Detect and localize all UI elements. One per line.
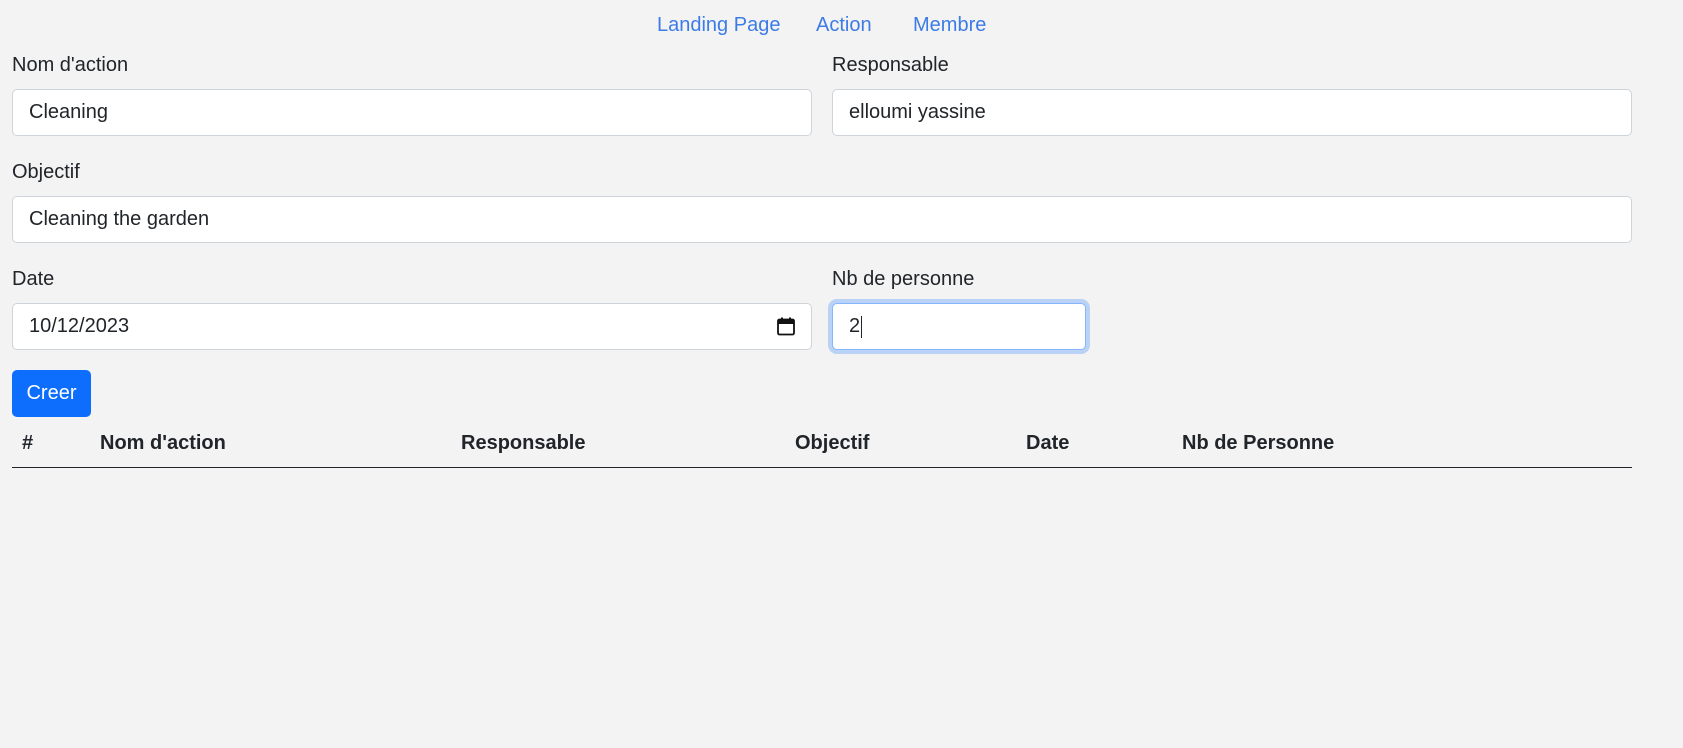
actions-table-header: # Nom d'action Responsable Objectif Date… bbox=[12, 431, 1632, 468]
top-nav: Landing Page Action Membre bbox=[0, 0, 1683, 50]
responsable-value: elloumi yassine bbox=[849, 101, 986, 123]
column-header-nb-personne: Nb de Personne bbox=[1182, 432, 1335, 454]
nav-link-membre[interactable]: Membre bbox=[913, 13, 986, 37]
responsable-input[interactable]: elloumi yassine bbox=[832, 89, 1632, 136]
column-header-index: # bbox=[22, 432, 34, 454]
nom-action-label: Nom d'action bbox=[12, 54, 129, 76]
nb-personne-input[interactable]: 2 bbox=[832, 303, 1086, 350]
date-value: 10/12/2023 bbox=[29, 315, 130, 337]
text-caret bbox=[861, 315, 863, 338]
nom-action-input[interactable]: Cleaning bbox=[12, 89, 812, 136]
column-header-responsable: Responsable bbox=[461, 432, 586, 454]
column-header-nom-action: Nom d'action bbox=[100, 432, 226, 454]
nav-link-action[interactable]: Action bbox=[816, 13, 872, 37]
column-header-objectif: Objectif bbox=[795, 432, 870, 454]
objectif-label: Objectif bbox=[12, 161, 80, 183]
objectif-input[interactable]: Cleaning the garden bbox=[12, 196, 1632, 243]
date-input[interactable]: 10/12/2023 bbox=[12, 303, 812, 350]
nav-link-landing-page[interactable]: Landing Page bbox=[657, 13, 780, 37]
creer-button[interactable]: Creer bbox=[12, 370, 91, 417]
nom-action-value: Cleaning bbox=[29, 101, 108, 123]
nb-personne-label: Nb de personne bbox=[832, 268, 975, 290]
calendar-icon[interactable] bbox=[777, 317, 795, 336]
objectif-value: Cleaning the garden bbox=[29, 208, 210, 230]
nb-personne-value: 2 bbox=[849, 315, 861, 337]
column-header-date: Date bbox=[1026, 432, 1070, 454]
responsable-label: Responsable bbox=[832, 54, 949, 76]
date-label: Date bbox=[12, 268, 55, 290]
